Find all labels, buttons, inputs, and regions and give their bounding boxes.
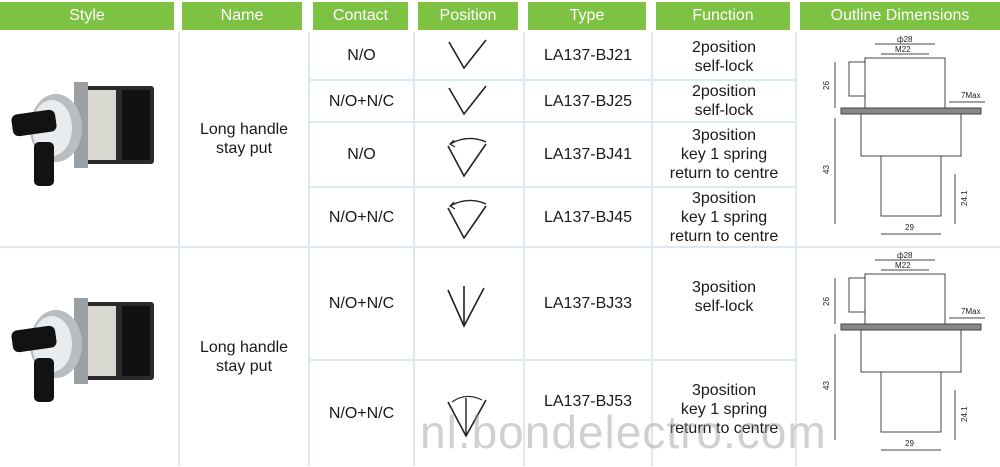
dim-width: 29 (905, 223, 914, 232)
header-name: Name (182, 2, 302, 30)
contact-cell: N/O+N/C (328, 208, 395, 226)
v-2pos-icon (446, 38, 490, 72)
function-line: key 1 spring (680, 208, 768, 226)
v-3pos-icon (444, 284, 488, 330)
selector-switch-photo (4, 72, 174, 207)
v-arc-spring-icon (444, 136, 492, 180)
outline-dimension-drawing: ф28 M22 26 7Max 43 24.1 29 (805, 250, 995, 467)
dim-thread: M22 (895, 261, 911, 270)
function-line: 3position (691, 127, 757, 144)
dim-max-panel: 7Max (961, 307, 981, 316)
function-cell: 2position self-lock (653, 81, 795, 121)
table-header: Style Name Contact Position Type Functio… (0, 0, 1000, 32)
header-function: Function (656, 2, 790, 30)
dim-max-panel: 7Max (961, 91, 981, 100)
function-line: self-lock (694, 102, 754, 119)
type-cell: LA137-BJ41 (543, 146, 633, 163)
header-style: Style (0, 2, 174, 30)
contact-cell: N/O+N/C (328, 92, 395, 110)
name-line: stay put (215, 358, 273, 375)
function-cell: 3position self-lock (653, 248, 795, 359)
contact-cell: N/O (347, 146, 376, 163)
header-position: Position (418, 2, 518, 30)
type-cell: LA137-BJ21 (543, 47, 633, 64)
v-2pos-icon (446, 84, 490, 118)
name-line: Long handle (199, 121, 289, 138)
selector-switch-photo (4, 288, 174, 423)
col-divider (795, 32, 797, 466)
function-line: 2position (691, 83, 757, 100)
function-line: 3position (691, 189, 757, 207)
dim-height-body: 43 (822, 165, 831, 174)
product-table: Long handle stay put Long handle stay pu… (0, 32, 1000, 466)
contact-cell: N/O+N/C (328, 295, 395, 312)
outline-dimension-drawing: ф28 M22 26 7Max 43 24.1 29 (805, 34, 995, 247)
dim-diameter: ф28 (897, 251, 913, 260)
function-line: self-lock (694, 57, 754, 75)
function-line: 3position (691, 279, 757, 296)
name-line: Long handle (199, 339, 289, 356)
dim-height-body: 43 (822, 381, 831, 390)
type-cell: LA137-BJ25 (543, 92, 633, 110)
contact-cell: N/O (347, 47, 376, 64)
watermark: nl.bondelectro.com (420, 406, 827, 458)
function-line: key 1 spring (680, 146, 768, 163)
col-divider (413, 32, 415, 466)
dim-width: 29 (905, 439, 914, 448)
dim-thread: M22 (895, 45, 911, 54)
type-cell: LA137-BJ33 (543, 295, 633, 312)
function-line: 3position (691, 381, 757, 399)
header-contact: Contact (313, 2, 408, 30)
header-type: Type (528, 2, 646, 30)
function-cell: 2position self-lock (653, 34, 795, 79)
v-arc-spring-icon (444, 198, 492, 242)
name-line: stay put (215, 140, 273, 157)
function-cell: 3position key 1 spring return to centre (653, 188, 795, 246)
contact-cell: N/O+N/C (328, 405, 395, 422)
function-cell: 3position key 1 spring return to centre (653, 123, 795, 186)
function-line: 2position (691, 38, 757, 56)
type-cell: LA137-BJ45 (543, 208, 633, 226)
name-cell: Long handle stay put (180, 32, 308, 246)
dim-diameter: ф28 (897, 35, 913, 44)
function-line: self-lock (694, 298, 754, 315)
dim-height-block: 24.1 (960, 406, 969, 422)
dim-height-block: 24.1 (960, 190, 969, 206)
dim-height-top: 26 (822, 297, 831, 306)
function-line: return to centre (669, 227, 779, 245)
header-outline-dimensions: Outline Dimensions (800, 2, 1000, 30)
name-cell: Long handle stay put (180, 248, 308, 466)
dim-height-top: 26 (822, 81, 831, 90)
function-line: return to centre (669, 165, 779, 182)
